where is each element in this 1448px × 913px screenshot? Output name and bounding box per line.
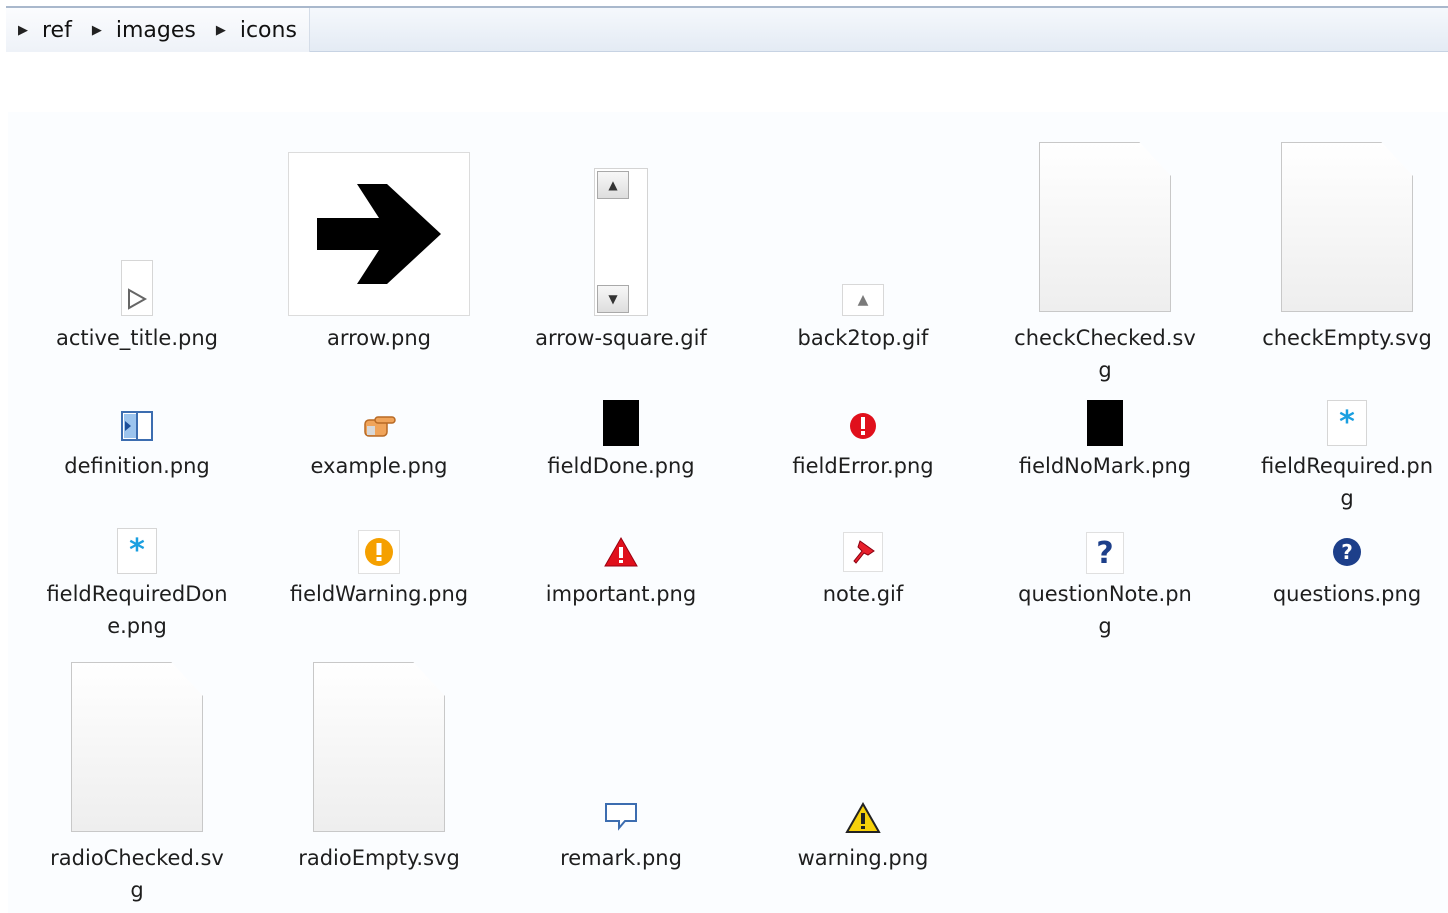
file-name: active_title.png	[55, 326, 219, 350]
chevron-right-icon[interactable]: ▶	[92, 23, 102, 38]
blank-document-icon	[313, 662, 445, 832]
file-name: checkChecked.sv	[1014, 326, 1196, 350]
blank-document-icon	[1039, 142, 1171, 312]
breadcrumb-item-icons[interactable]: icons	[240, 18, 297, 43]
file-name: radioChecked.sv	[50, 846, 224, 870]
pushpin-icon	[843, 532, 883, 572]
file-name: fieldRequired.pn	[1260, 454, 1434, 478]
black-square-icon	[1087, 400, 1123, 446]
scrollbar-arrows-icon: ▲ ▼	[594, 168, 648, 316]
question-mark-icon: ?	[1086, 532, 1124, 574]
pointing-hand-icon	[359, 406, 399, 446]
breadcrumb-item-images[interactable]: images	[116, 18, 196, 43]
breadcrumb: ▶ ref ▶ images ▶ icons	[6, 8, 310, 52]
svg-text:?: ?	[1341, 540, 1353, 564]
error-icon	[843, 406, 883, 446]
breadcrumb-item-ref[interactable]: ref	[42, 18, 72, 43]
file-name: important.png	[545, 582, 697, 606]
file-name: fieldNoMark.png	[1018, 454, 1192, 478]
black-square-icon	[603, 400, 639, 446]
up-triangle-icon: ▲	[597, 171, 629, 199]
file-name: fieldRequiredDon	[46, 582, 228, 606]
file-name: remark.png	[560, 846, 682, 870]
file-name: arrow.png	[326, 326, 432, 350]
chevron-right-icon[interactable]: ▶	[18, 23, 28, 38]
file-name: warning.png	[797, 846, 929, 870]
up-triangle-icon: ▲	[842, 284, 884, 316]
file-name: arrow-square.gif	[535, 326, 707, 350]
file-name: questionNote.pn	[1018, 582, 1192, 606]
file-name: questions.png	[1272, 582, 1422, 606]
blank-document-icon	[1281, 142, 1413, 312]
chevron-right-icon[interactable]: ▶	[216, 23, 226, 38]
speech-bubble-icon	[601, 796, 641, 836]
down-triangle-icon: ▼	[597, 285, 629, 313]
file-name: note.gif	[822, 582, 904, 606]
file-name-wrap: g	[1098, 358, 1112, 382]
file-name: checkEmpty.svg	[1262, 326, 1432, 350]
asterisk-icon: *	[117, 528, 157, 574]
asterisk-icon: *	[1327, 400, 1367, 446]
book-icon	[117, 406, 157, 446]
file-name: back2top.gif	[797, 326, 929, 350]
warning-circle-icon	[358, 530, 400, 574]
file-list: active_title.png arrow.png ▲ ▼ arrow-squ…	[8, 112, 1448, 913]
file-name: example.png	[310, 454, 448, 478]
file-name-wrap: g	[130, 878, 144, 902]
play-triangle-icon	[121, 260, 153, 316]
file-name-wrap: g	[1340, 486, 1354, 510]
question-circle-icon: ?	[1327, 532, 1367, 572]
blank-document-icon	[71, 662, 203, 832]
file-name-wrap: g	[1098, 614, 1112, 638]
file-name: fieldDone.png	[547, 454, 695, 478]
file-name: fieldWarning.png	[289, 582, 469, 606]
right-arrow-icon	[288, 152, 470, 316]
file-name-wrap: e.png	[107, 614, 167, 638]
address-bar[interactable]: ▶ ref ▶ images ▶ icons	[6, 6, 1448, 52]
warning-triangle-icon	[843, 798, 883, 838]
file-name: definition.png	[64, 454, 210, 478]
alert-triangle-icon	[601, 532, 641, 572]
file-name: radioEmpty.svg	[298, 846, 460, 870]
file-name: fieldError.png	[792, 454, 934, 478]
